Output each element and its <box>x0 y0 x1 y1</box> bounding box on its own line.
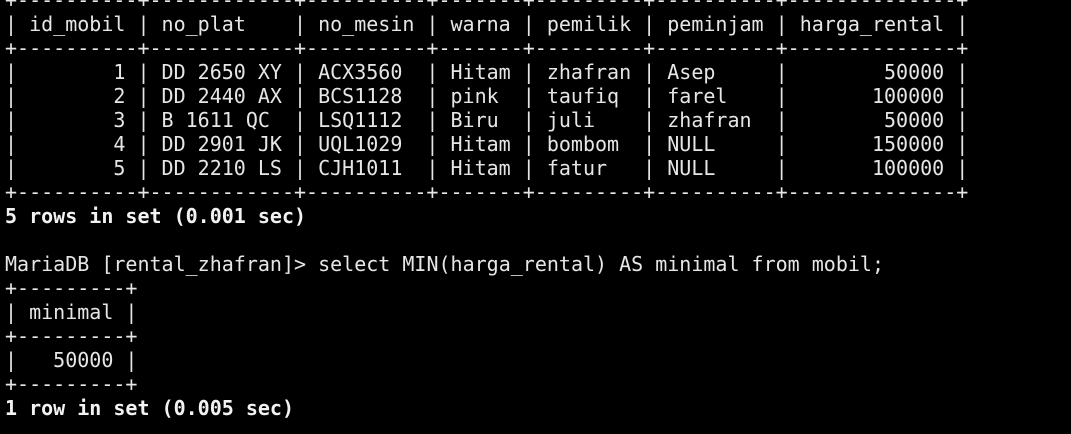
result-table-mobil: +----------+------------+----------+----… <box>5 0 1071 204</box>
command-line[interactable]: MariaDB [rental_zhafran]> select MIN(har… <box>5 252 1071 276</box>
table-border: +---------+ <box>5 276 138 300</box>
rows-summary-2: 1 row in set (0.005 sec) <box>5 396 294 420</box>
prompt: MariaDB [rental_zhafran]> <box>5 252 319 276</box>
table-row: | 50000 | <box>5 348 138 372</box>
table-border: +----------+------------+----------+----… <box>5 36 969 60</box>
terminal-window[interactable]: +----------+------------+----------+----… <box>0 0 1071 422</box>
rows-summary-1: 5 rows in set (0.001 sec) <box>5 204 307 228</box>
sql-query[interactable]: select MIN(harga_rental) AS minimal from… <box>318 252 884 276</box>
table-header: | minimal | <box>5 300 138 324</box>
table-row: | 3 | B 1611 QC | LSQ1112 | Biru | juli … <box>5 108 969 132</box>
table-border: +----------+------------+----------+----… <box>5 0 969 12</box>
table-border: +---------+ <box>5 372 138 396</box>
result-table-minimal: +---------+ | minimal | +---------+ | 50000… <box>5 276 1071 396</box>
table-header: | id_mobil | no_plat | no_mesin | warna … <box>5 12 969 36</box>
table-row: | 4 | DD 2901 JK | UQL1029 | Hitam | bom… <box>5 132 969 156</box>
table-row: | 2 | DD 2440 AX | BCS1128 | pink | tauf… <box>5 84 969 108</box>
table-row: | 5 | DD 2210 LS | CJH1011 | Hitam | fat… <box>5 156 969 180</box>
table-row: | 1 | DD 2650 XY | ACX3560 | Hitam | zha… <box>5 60 969 84</box>
table-border: +---------+ <box>5 324 138 348</box>
table-border: +----------+------------+----------+----… <box>5 180 969 204</box>
